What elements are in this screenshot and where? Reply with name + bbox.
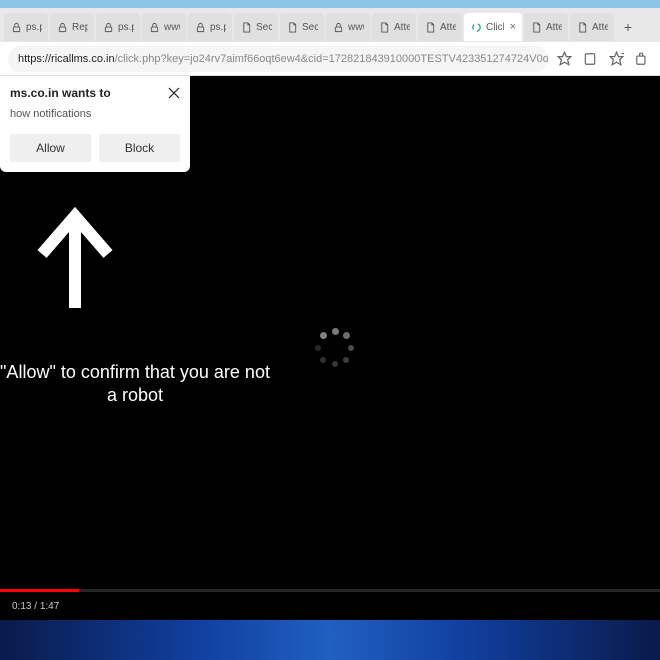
tab-label: Atte [592, 22, 608, 33]
page-icon [286, 21, 298, 33]
book-icon[interactable] [580, 49, 600, 69]
page-icon [424, 21, 436, 33]
prompt-body: how notifications [10, 108, 180, 120]
new-tab-button[interactable]: + [616, 15, 640, 39]
extensions-icon[interactable] [632, 49, 652, 69]
tab-label: www [164, 22, 180, 33]
video-controls: 0:13 / 1:47 [0, 592, 660, 620]
browser-tab[interactable]: ps.p [188, 13, 232, 41]
lock-icon [194, 21, 206, 33]
instruction-text: "Allow" to confirm that you are not a ro… [0, 361, 270, 408]
page-icon [576, 21, 588, 33]
browser-tab[interactable]: Click × [464, 13, 522, 41]
tab-label: www [348, 22, 364, 33]
page-icon [240, 21, 252, 33]
tab-label: ps.p [118, 22, 134, 33]
lock-icon [148, 21, 160, 33]
browser-tab[interactable]: Atte [570, 13, 614, 41]
close-icon[interactable]: × [510, 21, 516, 33]
browser-tab[interactable]: Atte [372, 13, 416, 41]
windows-taskbar[interactable] [0, 620, 660, 660]
address-bar: https://ricallms.co.in/click.php?key=jo2… [0, 42, 660, 76]
url-domain: ricallms.co.in [51, 53, 115, 65]
favorites-icon[interactable] [606, 49, 626, 69]
arrow-up-icon [30, 206, 120, 321]
tab-strip: ps.p Rep ps.p www ps.p Secu Secu www Atte Atte Cli… [0, 8, 660, 42]
close-icon[interactable] [168, 86, 180, 102]
url-scheme: https:// [18, 53, 51, 65]
lock-icon [56, 21, 68, 33]
tab-label: ps.p [26, 22, 42, 33]
lock-icon [10, 21, 22, 33]
loading-spinner-icon [315, 328, 355, 368]
url-input[interactable]: https://ricallms.co.in/click.php?key=jo2… [8, 46, 548, 72]
lock-icon [102, 21, 114, 33]
spin-icon [470, 21, 482, 33]
tab-label: Atte [440, 22, 456, 33]
browser-tab[interactable]: Atte [418, 13, 462, 41]
notification-permission-prompt: ms.co.in wants to how notifications Allo… [0, 76, 190, 172]
browser-tab[interactable]: Rep [50, 13, 94, 41]
page-icon [378, 21, 390, 33]
tab-label: Secu [302, 22, 318, 33]
tab-label: ps.p [210, 22, 226, 33]
browser-tab[interactable]: www [326, 13, 370, 41]
browser-tab[interactable]: ps.p [4, 13, 48, 41]
browser-tab[interactable]: www [142, 13, 186, 41]
browser-window: ps.p Rep ps.p www ps.p Secu Secu www Atte Atte Cli… [0, 8, 660, 620]
tab-label: Rep [72, 22, 88, 33]
prompt-title: ms.co.in wants to [10, 86, 111, 100]
lock-icon [332, 21, 344, 33]
browser-tab[interactable]: Secu [280, 13, 324, 41]
page-content: ms.co.in wants to how notifications Allo… [0, 76, 660, 620]
browser-tab[interactable]: ps.p [96, 13, 140, 41]
browser-tab[interactable]: Secu [234, 13, 278, 41]
page-icon [530, 21, 542, 33]
tab-label: Atte [394, 22, 410, 33]
tab-label: Secu [256, 22, 272, 33]
tab-label: Atte [546, 22, 562, 33]
browser-tab[interactable]: Atte [524, 13, 568, 41]
tab-label: Click [486, 22, 504, 33]
block-button[interactable]: Block [99, 134, 180, 162]
star-icon[interactable] [554, 49, 574, 69]
url-path: /click.php?key=jo24rv7aimf66oqt6ew4&cid=… [115, 53, 548, 65]
video-time-display: 0:13 / 1:47 [12, 601, 59, 612]
allow-button[interactable]: Allow [10, 134, 91, 162]
